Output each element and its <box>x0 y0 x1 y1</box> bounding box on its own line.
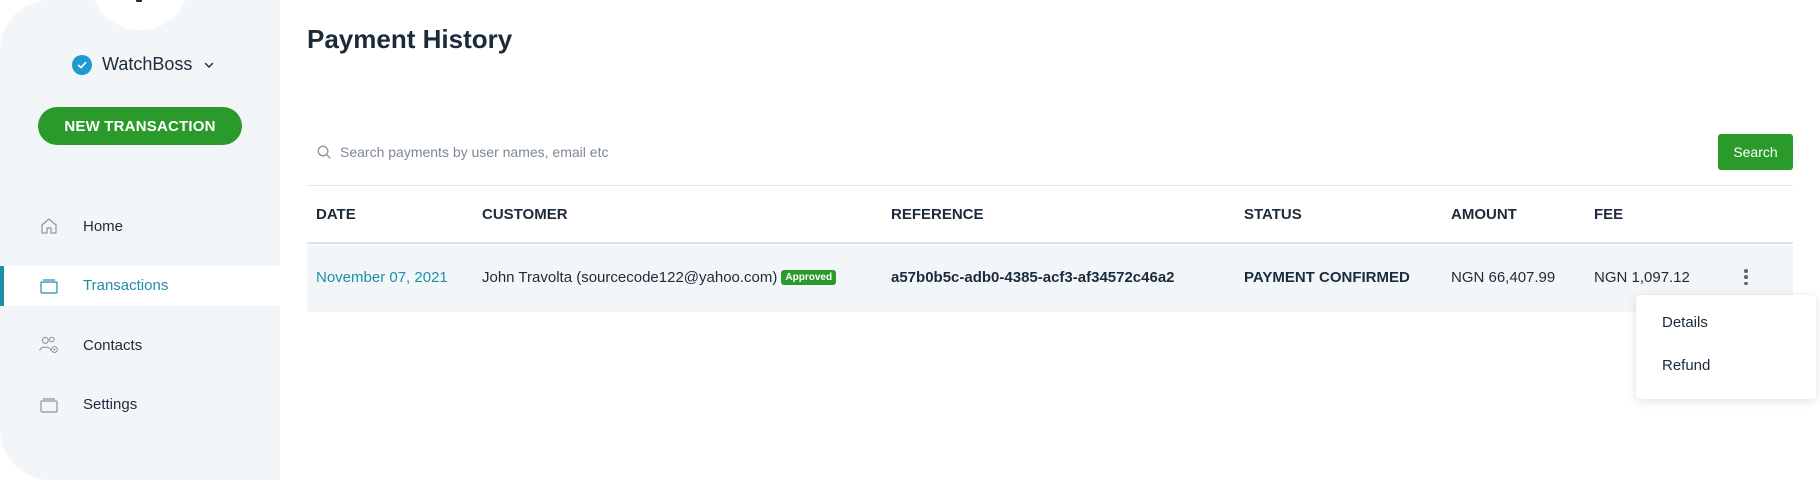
search-bar: Search <box>307 134 1793 186</box>
sidebar-item-label: Settings <box>83 396 138 413</box>
payment-status: PAYMENT CONFIRMED <box>1244 269 1410 286</box>
sidebar-item-label: Transactions <box>83 277 169 294</box>
settings-icon <box>38 394 60 416</box>
chevron-down-icon <box>205 62 214 68</box>
transactions-icon <box>38 275 60 297</box>
sidebar-item-label: Contacts <box>83 336 143 354</box>
customer-cell: John Travolta (sourcecode122@yahoo.com) A… <box>482 269 837 286</box>
column-header-fee[interactable]: FEE <box>1594 206 1623 223</box>
home-icon <box>38 215 60 237</box>
more-vertical-icon[interactable] <box>1740 267 1752 287</box>
org-logo-mark <box>136 0 142 2</box>
column-header-customer[interactable]: CUSTOMER <box>482 206 568 223</box>
verified-check-icon <box>72 54 92 75</box>
new-transaction-button[interactable]: NEW TRANSACTION <box>38 107 242 145</box>
table-header: DATE CUSTOMER REFERENCE STATUS AMOUNT FE… <box>307 186 1793 244</box>
column-header-amount[interactable]: AMOUNT <box>1451 206 1517 223</box>
org-name: WatchBoss <box>102 54 193 74</box>
sidebar-item-label: Home <box>83 217 124 235</box>
menu-item-details[interactable]: Details <box>1662 314 1708 331</box>
search-icon <box>317 145 331 159</box>
org-switcher[interactable]: WatchBoss <box>72 54 216 75</box>
sidebar-item-home[interactable]: Home <box>0 206 280 246</box>
payment-fee: NGN 1,097.12 <box>1594 269 1690 286</box>
search-button[interactable]: Search <box>1718 134 1793 170</box>
sidebar-item-settings[interactable]: Settings <box>0 385 280 425</box>
main-content: Payment History Search DATE CUSTOMER REF… <box>307 0 1793 480</box>
column-header-date[interactable]: DATE <box>316 206 356 223</box>
contacts-icon <box>38 334 60 356</box>
sidebar-item-transactions[interactable]: Transactions <box>0 265 280 306</box>
payment-amount: NGN 66,407.99 <box>1451 269 1556 286</box>
sidebar: WatchBoss NEW TRANSACTION Home Transacti… <box>0 0 280 480</box>
customer-name: John Travolta (sourcecode122@yahoo.com) <box>482 269 778 286</box>
payment-date[interactable]: November 07, 2021 <box>316 269 448 286</box>
reference-id: a57b0b5c-adb0-4385-acf3-af34572c46a2 <box>891 269 1175 286</box>
sidebar-nav: Home Transactions Contacts Settings <box>0 206 280 444</box>
page-title: Payment History <box>307 24 513 54</box>
menu-item-refund[interactable]: Refund <box>1662 357 1710 374</box>
table-row[interactable]: November 07, 2021 John Travolta (sourcec… <box>307 245 1793 312</box>
status-badge: Approved <box>781 270 837 285</box>
column-header-status[interactable]: STATUS <box>1244 206 1302 223</box>
search-input[interactable] <box>340 138 1640 166</box>
row-actions-menu: Details Refund <box>1636 295 1816 399</box>
sidebar-item-contacts[interactable]: Contacts <box>0 325 280 365</box>
column-header-reference[interactable]: REFERENCE <box>891 206 984 223</box>
org-logo[interactable] <box>90 0 190 30</box>
